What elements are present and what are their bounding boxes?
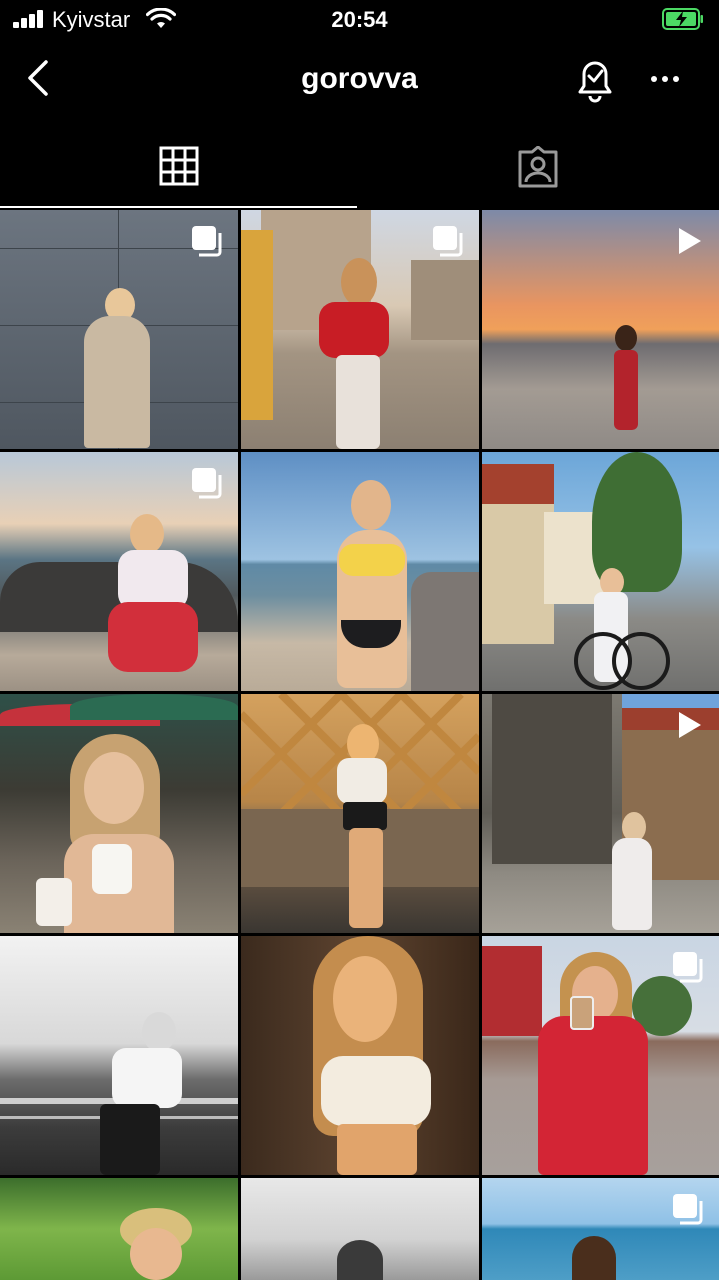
tab-tagged[interactable] bbox=[360, 128, 719, 208]
multiple-photos-icon bbox=[673, 1194, 703, 1225]
post-tile[interactable] bbox=[482, 694, 719, 933]
post-tile[interactable] bbox=[482, 210, 719, 449]
post-tile[interactable] bbox=[0, 452, 238, 691]
tagged-person-icon bbox=[518, 146, 558, 188]
post-tile[interactable] bbox=[241, 936, 479, 1175]
multiple-photos-icon bbox=[673, 952, 703, 983]
post-tile[interactable] bbox=[241, 694, 479, 933]
post-tile[interactable] bbox=[0, 694, 238, 933]
profile-tabs bbox=[0, 128, 719, 208]
active-tab-indicator bbox=[0, 206, 357, 208]
grid-icon bbox=[159, 146, 199, 186]
clock: 20:54 bbox=[331, 7, 388, 32]
post-tile[interactable] bbox=[0, 936, 238, 1175]
battery-charging-icon bbox=[662, 8, 703, 30]
video-play-icon bbox=[679, 712, 701, 738]
post-tile[interactable] bbox=[0, 1178, 238, 1280]
more-options-icon[interactable] bbox=[645, 64, 685, 94]
post-tile[interactable] bbox=[482, 936, 719, 1175]
multiple-photos-icon bbox=[433, 226, 463, 257]
multiple-photos-icon bbox=[192, 226, 222, 257]
notification-bell-icon[interactable] bbox=[572, 54, 618, 104]
status-bar: Kyivstar 20:54 bbox=[0, 0, 719, 40]
post-tile[interactable] bbox=[0, 210, 238, 449]
post-tile[interactable] bbox=[241, 452, 479, 691]
post-tile[interactable] bbox=[482, 452, 719, 691]
posts-grid bbox=[0, 210, 719, 1280]
tab-posts-grid[interactable] bbox=[0, 128, 359, 208]
post-tile[interactable] bbox=[241, 210, 479, 449]
video-play-icon bbox=[679, 228, 701, 254]
profile-header: gorovva bbox=[0, 48, 719, 112]
multiple-photos-icon bbox=[192, 468, 222, 499]
post-tile[interactable] bbox=[241, 1178, 479, 1280]
post-tile[interactable] bbox=[482, 1178, 719, 1280]
